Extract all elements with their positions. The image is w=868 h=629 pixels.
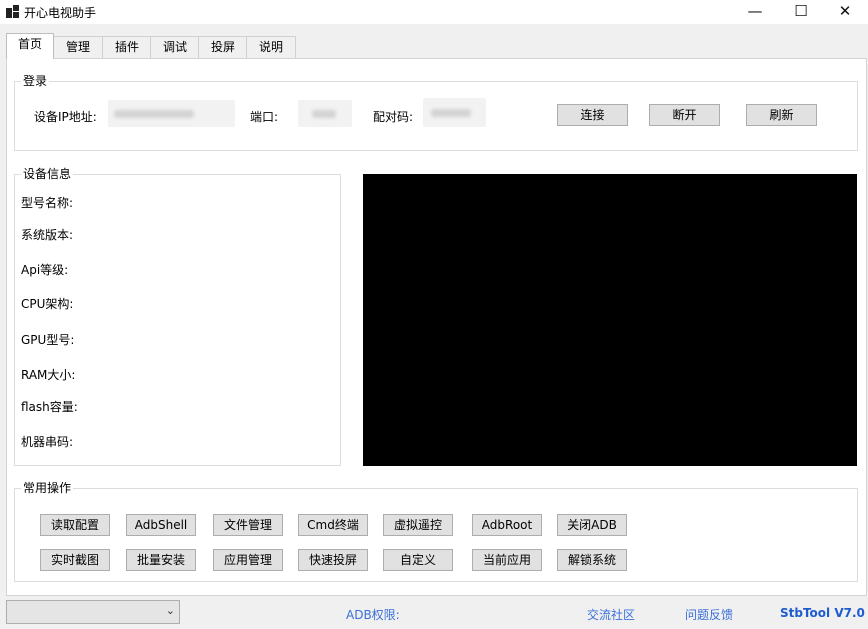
unlock-system-button[interactable]: 解锁系统 — [557, 549, 627, 571]
flash-capacity-label: flash容量: — [21, 400, 78, 414]
window-title: 开心电视助手 — [24, 6, 97, 20]
model-name-label: 型号名称: — [21, 196, 74, 210]
ip-address-field[interactable] — [108, 100, 235, 127]
title-bar: 开心电视助手 — ☐ ✕ — [0, 0, 868, 24]
chevron-down-icon: ⌄ — [165, 604, 175, 617]
custom-button[interactable]: 自定义 — [383, 549, 453, 571]
api-level-label: Api等级: — [21, 263, 69, 277]
quick-cast-button[interactable]: 快速投屏 — [298, 549, 368, 571]
live-screenshot-button[interactable]: 实时截图 — [40, 549, 110, 571]
port-label: 端口: — [250, 110, 279, 124]
device-info-title: 设备信息 — [21, 166, 74, 182]
cpu-arch-label: CPU架构: — [21, 297, 74, 311]
read-config-button[interactable]: 读取配置 — [40, 514, 110, 536]
feedback-link[interactable]: 问题反馈 — [685, 606, 733, 623]
minimize-button[interactable]: — — [732, 0, 778, 24]
gpu-model-label: GPU型号: — [21, 333, 75, 347]
common-ops-title: 常用操作 — [21, 480, 74, 496]
app-manager-button[interactable]: 应用管理 — [213, 549, 283, 571]
tab-manage[interactable]: 管理 — [52, 36, 104, 58]
ram-size-label: RAM大小: — [21, 368, 76, 382]
system-version-label: 系统版本: — [21, 228, 74, 242]
adbshell-button[interactable]: AdbShell — [126, 514, 196, 536]
pair-code-field[interactable] — [423, 98, 486, 127]
tab-about[interactable]: 说明 — [246, 36, 296, 58]
adbroot-button[interactable]: AdbRoot — [472, 514, 542, 536]
tab-debug[interactable]: 调试 — [150, 36, 200, 58]
login-group-title: 登录 — [21, 73, 50, 89]
cmd-terminal-button[interactable]: Cmd终端 — [298, 514, 368, 536]
file-manager-button[interactable]: 文件管理 — [213, 514, 283, 536]
tab-plugins[interactable]: 插件 — [102, 36, 152, 58]
device-info-group: 设备信息 — [14, 166, 341, 466]
device-combo[interactable]: ⌄ — [6, 600, 180, 624]
close-adb-button[interactable]: 关闭ADB — [557, 514, 627, 536]
pair-code-label: 配对码: — [373, 110, 414, 124]
connect-button[interactable]: 连接 — [557, 104, 628, 126]
community-link[interactable]: 交流社区 — [587, 606, 635, 623]
close-button[interactable]: ✕ — [822, 0, 868, 24]
batch-install-button[interactable]: 批量安装 — [126, 549, 196, 571]
refresh-button[interactable]: 刷新 — [746, 104, 817, 126]
disconnect-button[interactable]: 断开 — [649, 104, 720, 126]
app-icon — [6, 5, 19, 18]
version-link[interactable]: StbTool V7.0 — [780, 606, 865, 620]
maximize-button[interactable]: ☐ — [778, 0, 824, 24]
current-app-button[interactable]: 当前应用 — [472, 549, 542, 571]
ip-label: 设备IP地址: — [34, 110, 97, 124]
adb-permission-label: ADB权限: — [346, 608, 400, 622]
serial-number-label: 机器串码: — [21, 435, 74, 449]
port-field[interactable] — [298, 100, 352, 127]
screen-preview[interactable] — [363, 174, 857, 466]
tab-cast[interactable]: 投屏 — [198, 36, 248, 58]
tab-home[interactable]: 首页 — [6, 33, 54, 59]
virtual-remote-button[interactable]: 虚拟遥控 — [383, 514, 453, 536]
